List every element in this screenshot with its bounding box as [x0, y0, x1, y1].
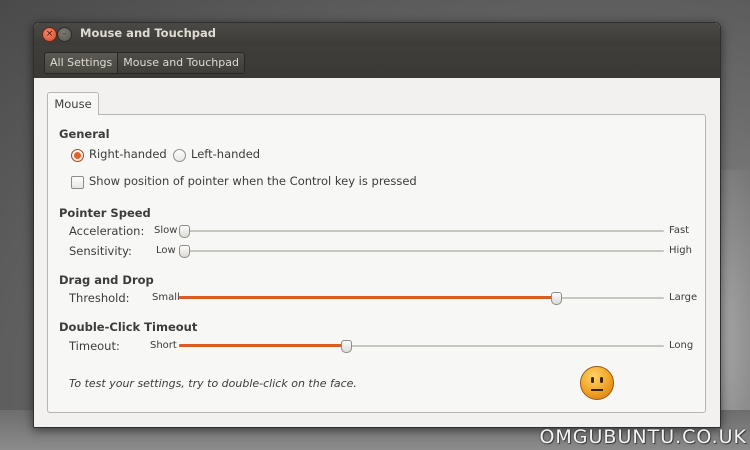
drag-drop-heading: Drag and Drop — [59, 273, 154, 287]
left-handed-label: Left-handed — [191, 147, 261, 161]
mouse-panel: General Right-handed Left-handed Show po… — [47, 114, 706, 413]
minimize-icon: – — [62, 29, 67, 39]
breadcrumb-mouse-touchpad[interactable]: Mouse and Touchpad — [118, 52, 244, 73]
threshold-slider[interactable] — [179, 292, 664, 305]
right-handed-label: Right-handed — [89, 147, 167, 161]
slider-thumb[interactable] — [179, 245, 190, 258]
sensitivity-slider[interactable] — [179, 245, 664, 258]
mouse-touchpad-window: × – Mouse and Touchpad All Settings Mous… — [33, 22, 721, 428]
face-eye-right — [600, 377, 603, 383]
show-pointer-checkbox[interactable] — [71, 176, 84, 189]
slider-track — [179, 250, 664, 252]
threshold-min-label: Small — [152, 292, 180, 303]
close-icon: × — [45, 29, 54, 39]
general-heading: General — [59, 127, 110, 141]
timeout-min-label: Short — [150, 340, 177, 351]
timeout-slider[interactable] — [179, 340, 664, 353]
minimize-button[interactable]: – — [57, 27, 72, 42]
test-note: To test your settings, try to double-cli… — [69, 377, 357, 390]
slider-track — [179, 230, 664, 232]
window-title: Mouse and Touchpad — [80, 26, 216, 40]
tab-mouse[interactable]: Mouse — [47, 92, 99, 115]
slider-thumb[interactable] — [551, 292, 562, 305]
show-pointer-label: Show position of pointer when the Contro… — [89, 174, 417, 188]
slider-fill — [179, 344, 345, 347]
slider-thumb[interactable] — [341, 340, 352, 353]
slider-thumb[interactable] — [179, 225, 190, 238]
watermark: OMGUBUNTU.CO.UK — [539, 426, 747, 448]
sensitivity-label: Sensitivity: — [69, 244, 132, 258]
acceleration-min-label: Slow — [154, 225, 178, 236]
toolbar: All Settings Mouse and Touchpad — [34, 45, 720, 78]
double-click-heading: Double-Click Timeout — [59, 320, 198, 334]
threshold-label: Threshold: — [69, 291, 130, 305]
double-click-test-face[interactable] — [580, 366, 614, 400]
pointer-speed-heading: Pointer Speed — [59, 206, 151, 220]
face-mouth — [591, 389, 603, 391]
sensitivity-max-label: High — [669, 245, 692, 256]
acceleration-label: Acceleration: — [69, 224, 145, 238]
content-area: Mouse General Right-handed Left-handed S… — [34, 78, 720, 427]
titlebar: × – Mouse and Touchpad — [34, 23, 720, 45]
acceleration-slider[interactable] — [179, 225, 664, 238]
acceleration-max-label: Fast — [669, 225, 690, 236]
right-handed-radio[interactable] — [71, 149, 84, 162]
threshold-max-label: Large — [669, 292, 698, 303]
close-button[interactable]: × — [42, 27, 57, 42]
face-eye-left — [591, 377, 594, 383]
breadcrumb-all-settings[interactable]: All Settings — [45, 52, 119, 73]
slider-fill — [179, 296, 555, 299]
timeout-label: Timeout: — [69, 339, 120, 353]
sensitivity-min-label: Low — [156, 245, 176, 256]
timeout-max-label: Long — [669, 340, 694, 351]
left-handed-radio[interactable] — [173, 149, 186, 162]
breadcrumb: All Settings Mouse and Touchpad — [44, 51, 245, 74]
